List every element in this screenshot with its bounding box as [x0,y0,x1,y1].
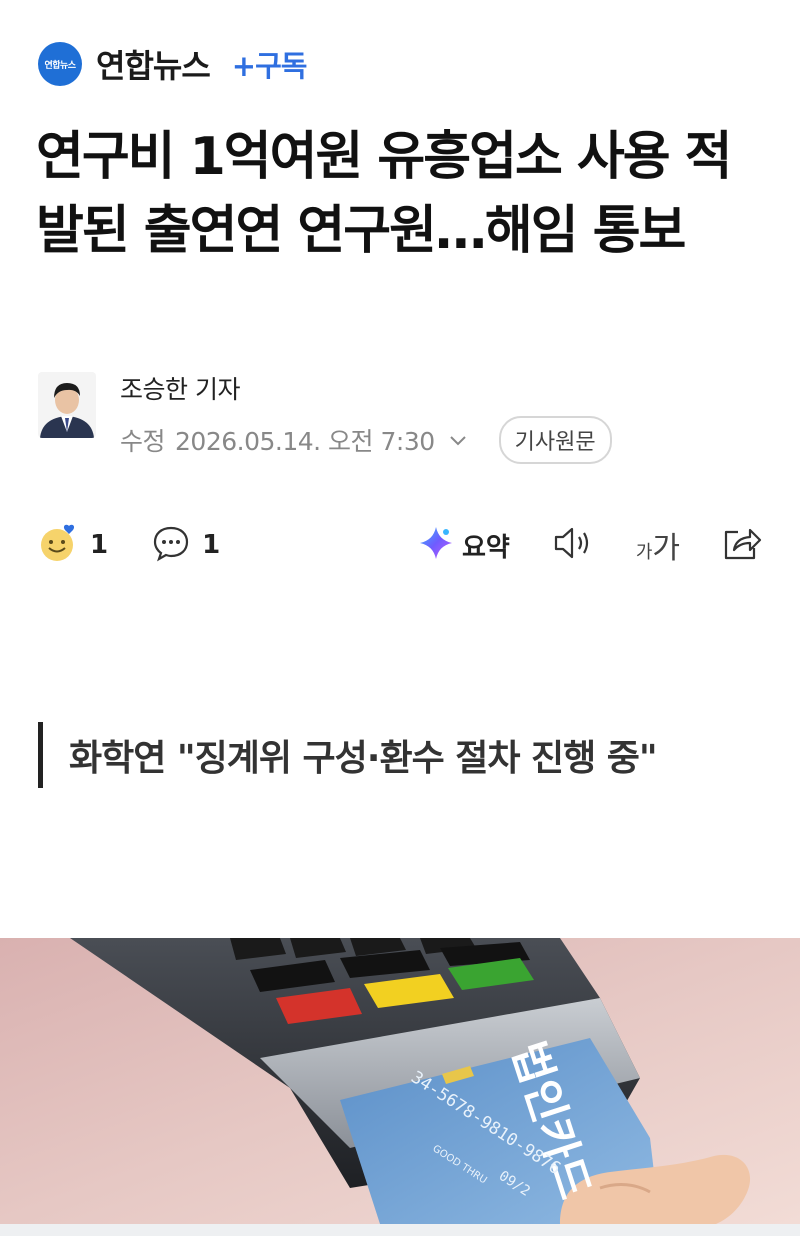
comment-count: 1 [202,530,221,560]
chevron-down-icon[interactable] [447,429,469,451]
share-button[interactable] [722,524,762,566]
speaker-icon [552,525,594,565]
press-logo[interactable]: 연합뉴스 [38,42,82,86]
font-size-icon: 가가 [636,523,680,567]
press-header: 연합뉴스 연합뉴스 +구독 [38,40,308,88]
subscribe-button[interactable]: +구독 [232,43,308,85]
article-subhead: 화학연 "징계위 구성·환수 절차 진행 중" [38,722,658,788]
edited-date: 2026.05.14. 오전 7:30 [175,427,435,456]
share-icon [722,524,762,566]
article-photo[interactable]: 법인카드 34-5678-9810-9876 GOOD THRU 09/2 [0,938,800,1224]
comment-button[interactable]: 1 [152,524,220,566]
font-size-big-glyph: 가 [652,531,680,566]
press-name[interactable]: 연합뉴스 [96,41,211,87]
reporter-avatar[interactable] [38,372,96,438]
reaction-count: 1 [90,530,109,560]
bottom-divider [0,1224,800,1236]
summary-button[interactable]: 요약 [418,525,510,565]
font-size-small-glyph: 가 [635,542,653,563]
ai-summary-icon [418,525,454,565]
article-action-bar: 1 1 요약 가 가 [38,520,762,570]
byline: 조승한 기자 수정 2026.05.14. 오전 7:30 기사원문 [38,372,612,464]
font-size-button[interactable]: 가가 [636,523,680,567]
reporter-name[interactable]: 조승한 기자 [120,372,612,408]
speaker-button[interactable] [552,525,594,565]
reaction-button[interactable]: 1 [38,523,108,567]
smile-reaction-icon [38,523,78,567]
article-headline: 연구비 1억여원 유흥업소 사용 적발된 출연연 연구원…해임 통보 [36,127,733,261]
original-article-button[interactable]: 기사원문 [498,416,612,464]
edited-label: 수정 [120,427,166,456]
summary-label: 요약 [461,532,510,563]
comment-icon [152,524,190,566]
